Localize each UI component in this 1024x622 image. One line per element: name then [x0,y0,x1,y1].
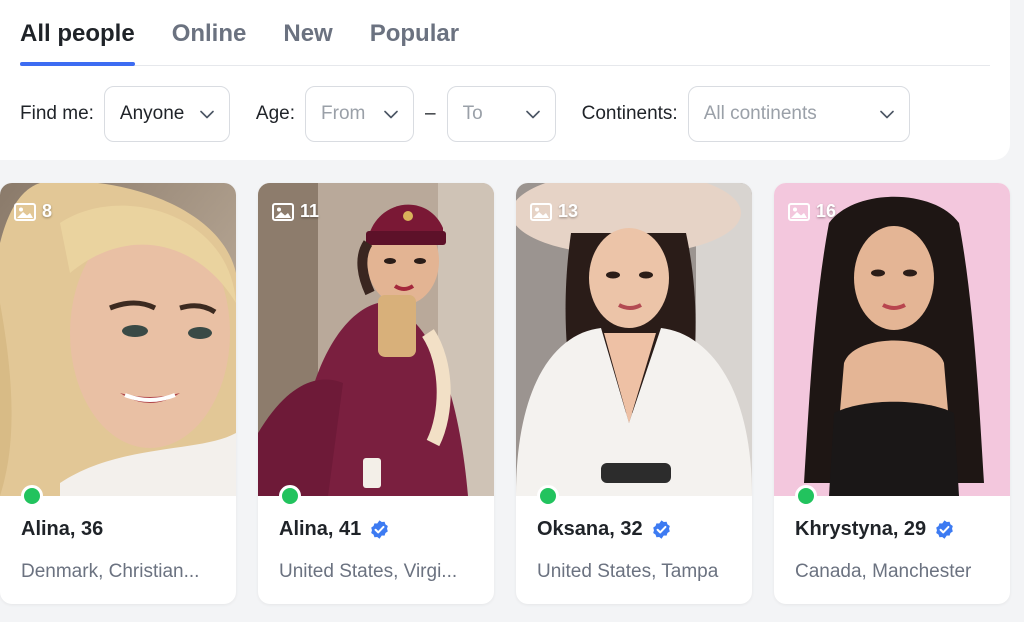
photo-count: 11 [272,201,319,222]
profile-name: Alina, 36 [21,518,104,540]
filter-panel: All people Online New Popular Find me: A… [0,0,1010,160]
profile-photo[interactable]: 13 [516,183,752,496]
profile-location: Denmark, Christian... [21,561,200,582]
find-me-select[interactable]: Anyone [103,86,230,142]
online-indicator [795,485,817,507]
profile-photo[interactable]: 11 [258,183,494,496]
age-to-select[interactable]: To [446,86,556,142]
age-from-select[interactable]: From [305,86,415,142]
find-me-label: Find me: [20,103,94,124]
photo-count: 13 [530,201,578,222]
profile-name-row: Khrystyna, 29 [795,518,955,541]
tab-all-people[interactable]: All people [20,0,135,66]
chevron-down-icon [525,107,540,121]
age-to-placeholder: To [462,103,483,124]
image-icon [530,202,552,221]
profile-name: Alina, 41 [279,518,362,540]
photo-count-value: 8 [42,201,53,221]
profile-name: Khrystyna, 29 [795,518,927,540]
chevron-down-icon [879,107,894,121]
profile-name-row: Alina, 41 [279,518,390,541]
continents-label: Continents: [581,103,678,124]
verified-badge-icon [652,520,670,539]
tab-popular[interactable]: Popular [370,0,459,65]
profile-location: Canada, Manchester [795,561,972,582]
online-indicator [537,485,559,507]
image-icon [14,202,36,221]
profile-card[interactable]: 11 Alina, 41 United States, Virgi... [258,183,494,604]
continents-select[interactable]: All continents [687,86,910,142]
profile-card[interactable]: 8 Alina, 36 Denmark, Christian... [0,183,236,604]
online-indicator [279,485,301,507]
photo-count-value: 11 [300,201,320,221]
tab-online[interactable]: Online [172,0,247,65]
profile-name-row: Alina, 36 [21,518,103,541]
image-icon [788,202,810,221]
filters-row: Find me: Anyone Age: From – To Continent… [20,86,910,142]
verified-badge-icon [371,520,389,539]
profile-name: Oksana, 32 [537,518,643,540]
continents-placeholder: All continents [703,103,817,124]
image-icon [272,202,294,221]
find-me-value: Anyone [119,103,185,124]
profile-card[interactable]: 13 Oksana, 32 United States, Tampa [516,183,752,604]
age-label: Age: [255,103,296,124]
online-indicator [21,485,43,507]
tab-new[interactable]: New [283,0,332,65]
photo-count: 8 [14,201,52,222]
photo-count-value: 13 [558,201,579,221]
chevron-down-icon [384,107,398,121]
profile-location: United States, Tampa [537,561,719,582]
photo-count: 16 [788,201,836,222]
people-tabs: All people Online New Popular [20,0,990,66]
profile-location: United States, Virgi... [279,561,458,582]
profile-photo[interactable]: 8 [0,183,236,496]
profile-name-row: Oksana, 32 [537,518,672,541]
age-separator: – [425,103,436,124]
verified-badge-icon [936,520,953,539]
profile-photo[interactable]: 16 [774,183,1010,496]
chevron-down-icon [200,107,214,121]
profile-card[interactable]: 16 Khrystyna, 29 Canada, Manchester [774,183,1010,604]
photo-count-value: 16 [816,201,837,221]
age-from-placeholder: From [321,103,366,124]
